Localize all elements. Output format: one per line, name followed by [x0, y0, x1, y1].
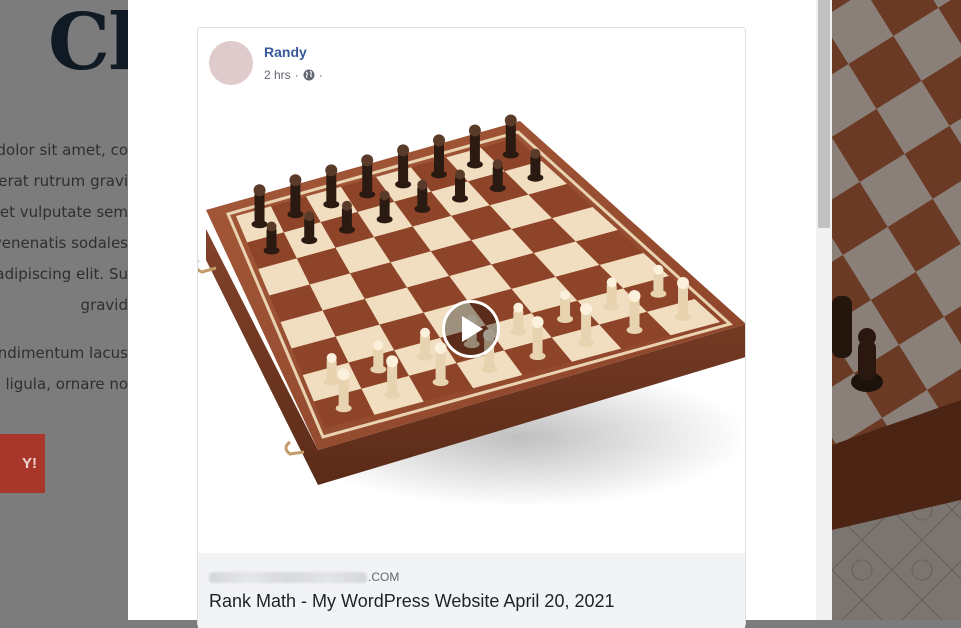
post-timestamp[interactable]: 2 hrs	[264, 68, 291, 82]
avatar[interactable]	[209, 41, 253, 85]
background-text-line: venenatis sodales	[0, 234, 128, 252]
post-video-thumbnail[interactable]	[198, 102, 745, 553]
background-cta-button: Y!	[0, 434, 45, 493]
link-title[interactable]: Rank Math - My WordPress Website April 2…	[209, 591, 615, 612]
post-meta: 2 hrs · ·	[264, 68, 323, 82]
background-text-line: adipiscing elit. Su	[0, 265, 128, 283]
play-icon	[462, 316, 483, 342]
link-domain-suffix: .COM	[368, 570, 400, 584]
post-header: Randy 2 hrs · ·	[198, 28, 745, 103]
background-text-line: ndimentum lacus	[0, 344, 128, 362]
background-text-line: dolor sit amet, co	[0, 141, 128, 159]
modal-scrollbar-thumb[interactable]	[818, 0, 830, 228]
background-text-line: erat rutrum gravi	[0, 172, 128, 190]
background-heading: Cl	[48, 0, 128, 88]
post-author-link[interactable]: Randy	[264, 44, 307, 60]
meta-separator: ·	[294, 68, 299, 82]
play-button[interactable]	[442, 300, 500, 358]
link-preview[interactable]: .COM Rank Math - My WordPress Website Ap…	[198, 553, 745, 628]
redacted-domain	[209, 571, 367, 583]
background-text-line: gravid	[80, 296, 128, 314]
background-chessboard-image	[832, 0, 961, 620]
globe-icon	[303, 69, 315, 81]
link-domain: .COM	[209, 570, 399, 584]
background-text-line: s ligula, ornare no	[0, 375, 128, 393]
meta-separator: ·	[318, 68, 323, 82]
background-page-left: Cl dolor sit amet, co erat rutrum gravi …	[0, 0, 128, 620]
facebook-post-embed: Randy 2 hrs · · .COM Rank Math - My Word…	[197, 27, 746, 628]
background-text-line: et vulputate sem	[0, 203, 128, 221]
